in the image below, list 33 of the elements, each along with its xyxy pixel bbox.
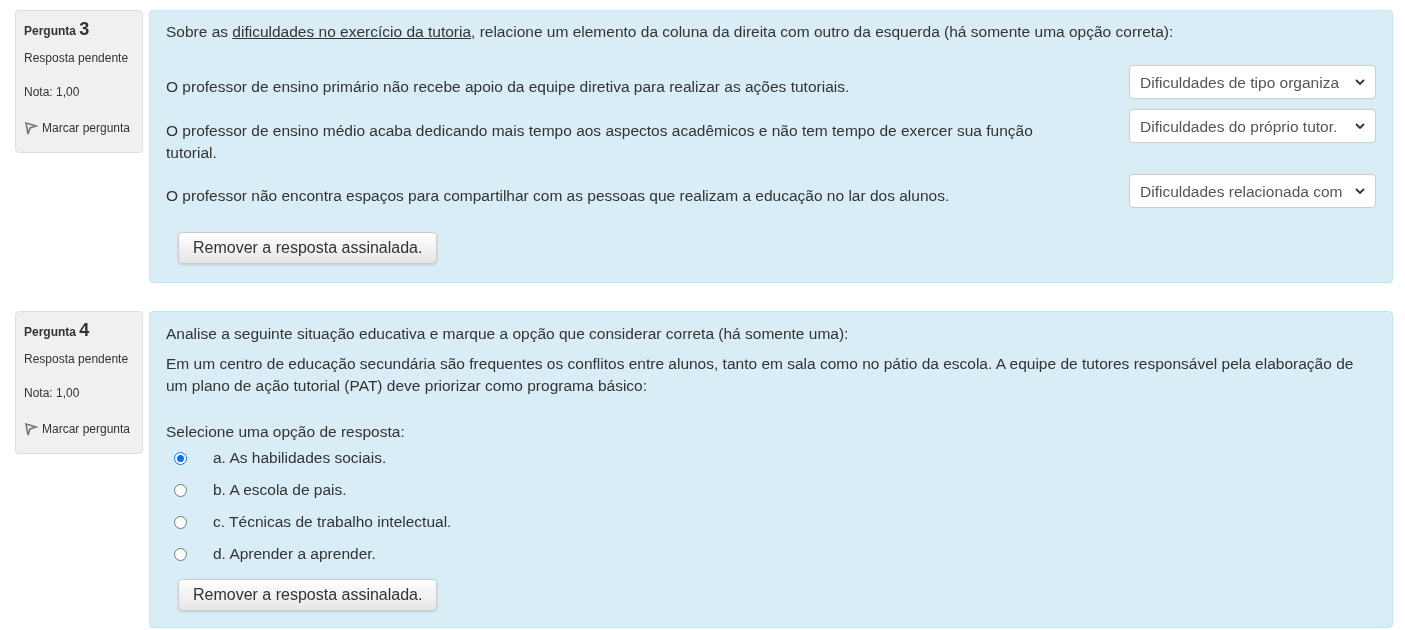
match-statement: O professor de ensino médio acaba dedicando mais tempo aos aspectos acadêmicos e não tem tempo de exercer sua função tutorial. bbox=[166, 121, 1034, 164]
answer-option: b. A escola de pais. bbox=[213, 479, 347, 502]
answer-option: a. As habilidades sociais. bbox=[213, 447, 387, 470]
chevron-down-icon bbox=[1355, 188, 1365, 195]
flag-question-link[interactable]: Marcar pergunta bbox=[24, 418, 134, 442]
chevron-down-icon bbox=[1355, 79, 1365, 86]
question-state: Resposta pendente bbox=[24, 50, 130, 67]
question-state: Resposta pendente bbox=[24, 351, 130, 369]
match-statement: O professor de ensino primário não recebe apoio da equipe diretiva para realizar as ações tutoriais. bbox=[166, 77, 850, 98]
answer-dropdown[interactable]: Dificuldades de tipo organiza bbox=[1129, 65, 1376, 100]
question-number: Pergunta 4 bbox=[24, 320, 91, 343]
answer-dropdown[interactable]: Dificuldades do próprio tutor. bbox=[1129, 109, 1376, 144]
question-prompt: Sobre as dificuldades no exercício da tutoria, relacione um elemento da coluna da direita com outro da esquerda (há somente uma opção correta): bbox=[166, 22, 1175, 42]
radio-button[interactable] bbox=[174, 515, 187, 529]
radio-button[interactable] bbox=[174, 483, 187, 497]
question-situation: Em um centro de educação secundária são frequentes os conflitos entre alunos, tanto em sala como no pátio da escola. A equipe de tutores responsável pela elaboração de um plano de ação tutorial (PAT) deve priorizar como programa básico: bbox=[166, 354, 1355, 397]
answer-option: d. Aprender a aprender. bbox=[213, 543, 376, 566]
flag-icon bbox=[24, 422, 38, 437]
answer-option: c. Técnicas de trabalho intelectual. bbox=[213, 511, 452, 534]
flag-question-link[interactable]: Marcar pergunta bbox=[24, 117, 134, 140]
radio-button[interactable] bbox=[174, 451, 187, 465]
answer-dropdown[interactable]: Dificuldades relacionada com bbox=[1129, 174, 1376, 209]
question-grade: Nota: 1,00 bbox=[24, 84, 81, 101]
question-number: Pergunta 3 bbox=[24, 19, 91, 41]
question-intro: Analise a seguinte situação educativa e marque a opção que considerar correta (há somente uma): bbox=[166, 324, 850, 345]
select-prompt: Selecione uma opção de resposta: bbox=[166, 422, 406, 443]
match-statement: O professor não encontra espaços para compartilhar com as pessoas que realizam a educação no lar dos alunos. bbox=[166, 186, 950, 207]
radio-button[interactable] bbox=[174, 547, 187, 561]
clear-answer-button[interactable]: Remover a resposta assinalada. bbox=[178, 579, 438, 612]
chevron-down-icon bbox=[1355, 123, 1365, 130]
question-grade: Nota: 1,00 bbox=[24, 385, 81, 403]
flag-icon bbox=[24, 121, 38, 135]
clear-answer-button[interactable]: Remover a resposta assinalada. bbox=[178, 232, 438, 265]
